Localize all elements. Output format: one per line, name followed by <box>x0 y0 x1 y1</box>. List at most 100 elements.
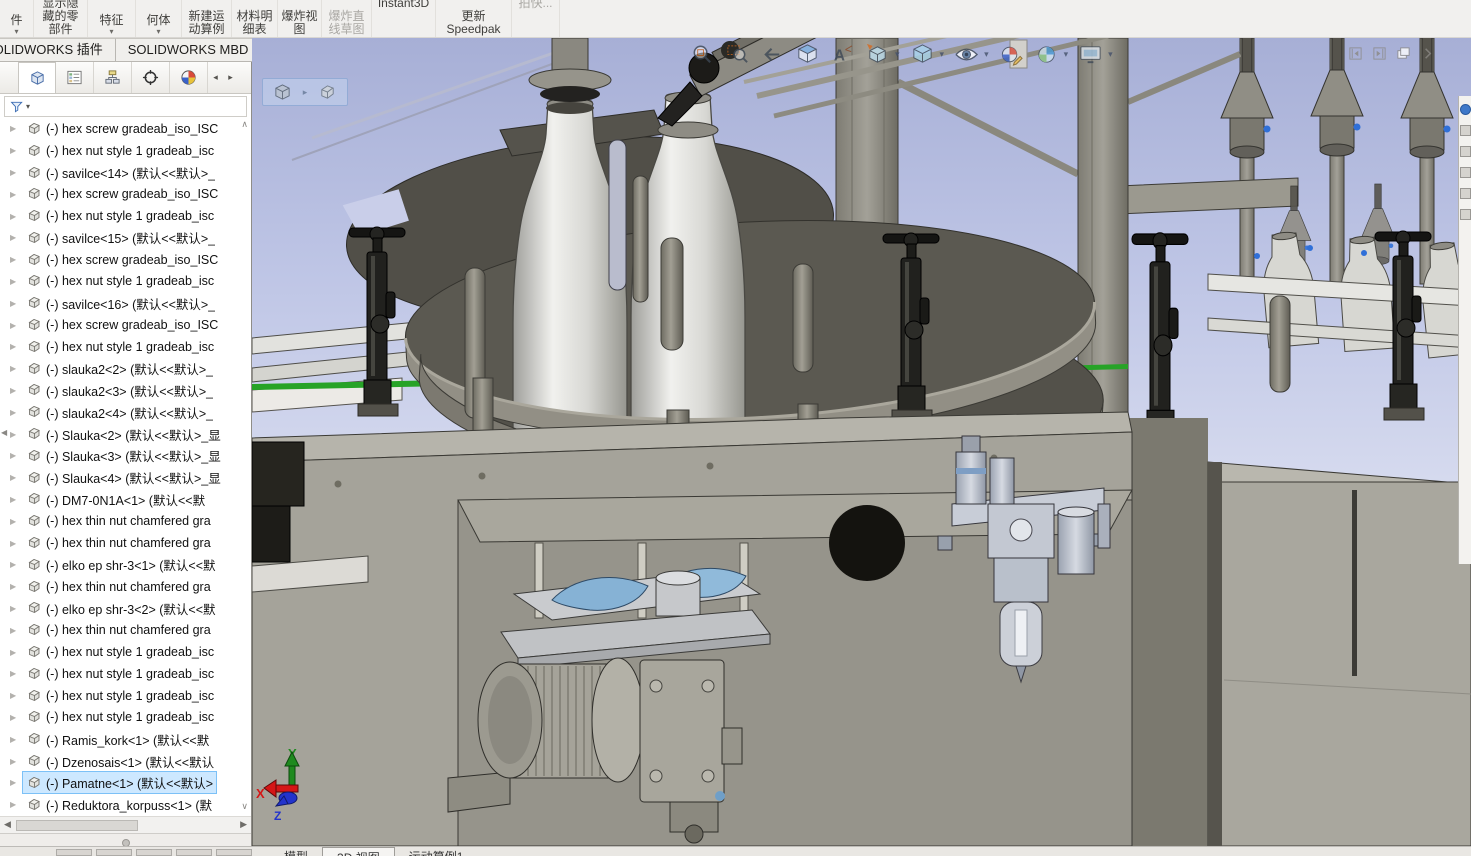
section-view-icon[interactable] <box>795 42 820 67</box>
tree-item[interactable]: ▶(-) hex nut style 1 gradeab_isc <box>0 271 239 293</box>
expand-arrow-icon[interactable]: ▶ <box>10 124 22 133</box>
window-button[interactable] <box>216 849 252 856</box>
bottom-tab-0[interactable]: 模型 <box>270 847 322 856</box>
expand-arrow-icon[interactable]: ▶ <box>10 277 22 286</box>
ribbon-item-2[interactable]: 特征▾ <box>88 0 136 37</box>
view-settings-icon[interactable] <box>1078 42 1103 67</box>
filter-funnel-icon[interactable] <box>10 100 24 114</box>
tree-item[interactable]: ▶(-) Slauka<3> (默认<<默认>_显 <box>0 445 239 467</box>
view-orientation-icon[interactable] <box>865 42 890 67</box>
expand-arrow-icon[interactable]: ▶ <box>10 757 22 766</box>
window-button[interactable] <box>56 849 92 856</box>
expand-arrow-icon[interactable]: ▶ <box>10 473 22 482</box>
expand-arrow-icon[interactable]: ▶ <box>10 495 22 504</box>
assembly-cube-icon[interactable] <box>273 83 292 102</box>
expand-arrow-icon[interactable]: ▶ <box>10 190 22 199</box>
expand-arrow-icon[interactable]: ▶ <box>10 233 22 242</box>
expand-arrow-icon[interactable]: ▶ <box>10 255 22 264</box>
expand-arrow-icon[interactable]: ▶ <box>10 364 22 373</box>
tree-item[interactable]: ▶(-) hex thin nut chamfered gra <box>0 510 239 532</box>
tree-item[interactable]: ▶(-) hex nut style 1 gradeab_isc <box>0 140 239 162</box>
expand-arrow-icon[interactable]: ▶ <box>10 669 22 678</box>
expand-arrow-icon[interactable]: ▶ <box>10 430 22 439</box>
cascade-windows-icon[interactable] <box>1396 46 1411 61</box>
expand-arrow-icon[interactable]: ▶ <box>10 212 22 221</box>
taskpane-strip[interactable] <box>1458 96 1471 564</box>
expand-arrow-icon[interactable]: ▶ <box>10 582 22 591</box>
previous-view-icon[interactable] <box>760 42 785 67</box>
panel-collapse-arrow[interactable]: ◀ <box>1 428 7 437</box>
bottom-tab-2[interactable]: 运动算例1 <box>395 847 478 856</box>
tree-item[interactable]: ▶(-) hex screw gradeab_iso_ISC <box>0 314 239 336</box>
dropdown-caret-icon[interactable]: ▾ <box>1064 49 1069 60</box>
tree-item[interactable]: ▶(-) hex thin nut chamfered gra <box>0 532 239 554</box>
hide-show-items-icon[interactable] <box>954 42 979 67</box>
tree-item[interactable]: ▶(-) hex screw gradeab_iso_ISC <box>0 249 239 271</box>
expand-arrow-icon[interactable]: ▶ <box>10 778 22 787</box>
expand-taskpane-icon[interactable] <box>1420 46 1435 61</box>
tree-item[interactable]: ▶(-) Slauka<4> (默认<<默认>_显 <box>0 467 239 489</box>
expand-arrow-icon[interactable]: ▶ <box>10 321 22 330</box>
window-button[interactable] <box>96 849 132 856</box>
tree-item[interactable]: ▶(-) elko ep shr-3<2> (默认<<默 <box>0 598 239 620</box>
window-button[interactable] <box>136 849 172 856</box>
bottom-tab-1[interactable]: 3D 视图 <box>322 847 395 856</box>
ribbon-item-10[interactable]: 拍快... <box>512 0 560 37</box>
ribbon-item-5[interactable]: 材料明 细表 <box>232 0 278 37</box>
annotations-icon[interactable]: A <box>830 42 855 67</box>
dropdown-caret-icon[interactable]: ▾ <box>26 102 30 111</box>
panel-tabs-scroll-right-icon[interactable]: ▸ <box>223 62 238 93</box>
taskpane-blue-icon[interactable] <box>1460 104 1471 115</box>
previous-window-icon[interactable] <box>1348 46 1363 61</box>
part-cube-icon[interactable] <box>318 83 337 102</box>
expand-arrow-icon[interactable]: ▶ <box>10 517 22 526</box>
ribbon-item-7[interactable]: 爆炸直 线草图 <box>322 0 372 37</box>
window-button[interactable] <box>176 849 212 856</box>
panel-splitter[interactable] <box>0 833 251 846</box>
tree-item[interactable]: ▶(-) slauka2<4> (默认<<默认>_ <box>0 401 239 423</box>
commandmanager-tab-0[interactable]: SOLIDWORKS 插件 <box>0 38 116 62</box>
ribbon-item-1[interactable]: 显示隐 藏的零 部件 <box>34 0 88 37</box>
taskpane-page-icon[interactable] <box>1460 146 1471 157</box>
dropdown-caret-icon[interactable]: ▾ <box>940 49 945 60</box>
scroll-left-icon[interactable]: ◀ <box>4 819 11 830</box>
tree-item[interactable]: ▶(-) Dzenosais<1> (默认<<默认 <box>0 750 239 772</box>
tree-item[interactable]: ▶(-) savilce<15> (默认<<默认>_ <box>0 227 239 249</box>
tree-item[interactable]: ▶(-) hex screw gradeab_iso_ISC <box>0 183 239 205</box>
ribbon-item-4[interactable]: 新建运 动算例 <box>182 0 232 37</box>
edit-appearance-icon[interactable] <box>999 42 1024 67</box>
taskpane-page-icon[interactable] <box>1460 209 1471 220</box>
tree-item[interactable]: ▶(-) hex nut style 1 gradeab_isc <box>0 663 239 685</box>
tree-item[interactable]: ▶(-) slauka2<2> (默认<<默认>_ <box>0 358 239 380</box>
apply-scene-icon[interactable] <box>1034 42 1059 67</box>
panel-tab-displaymanager[interactable] <box>170 62 208 93</box>
panel-tab-dimxpertmanager[interactable] <box>132 62 170 93</box>
ribbon-item-6[interactable]: 爆炸视 图 <box>278 0 322 37</box>
zoom-fit-icon[interactable] <box>690 42 715 67</box>
expand-arrow-icon[interactable]: ▶ <box>10 691 22 700</box>
expand-arrow-icon[interactable]: ▶ <box>10 451 22 460</box>
expand-arrow-icon[interactable]: ▶ <box>10 146 22 155</box>
zoom-area-icon[interactable] <box>725 42 750 67</box>
scroll-up-icon[interactable]: ∧ <box>241 120 248 129</box>
ribbon-item-0[interactable]: 件▾ <box>0 0 34 37</box>
expand-arrow-icon[interactable]: ▶ <box>10 342 22 351</box>
tree-item[interactable]: ▶(-) hex thin nut chamfered gra <box>0 576 239 598</box>
tree-item[interactable]: ▶(-) hex thin nut chamfered gra <box>0 619 239 641</box>
panel-tab-configurationmanager[interactable] <box>94 62 132 93</box>
expand-arrow-icon[interactable]: ▶ <box>10 560 22 569</box>
dropdown-caret-icon[interactable]: ▾ <box>1108 49 1113 60</box>
expand-arrow-icon[interactable]: ▶ <box>10 626 22 635</box>
expand-arrow-icon[interactable]: ▶ <box>10 299 22 308</box>
display-style-icon[interactable] <box>910 42 935 67</box>
tree-item[interactable]: ▶(-) Slauka<2> (默认<<默认>_显 <box>0 423 239 445</box>
right-cabinet[interactable] <box>1208 462 1471 846</box>
expand-arrow-icon[interactable]: ▶ <box>10 648 22 657</box>
ribbon-item-3[interactable]: 何体▾ <box>136 0 182 37</box>
tree-item[interactable]: ▶(-) Ramis_kork<1> (默认<<默 <box>0 728 239 750</box>
expand-arrow-icon[interactable]: ▶ <box>10 386 22 395</box>
tree-item[interactable]: ▶(-) Pamatne<1> (默认<<默认> <box>0 772 239 794</box>
dropdown-caret-icon[interactable]: ▾ <box>984 49 989 60</box>
expand-arrow-icon[interactable]: ▶ <box>10 408 22 417</box>
expand-arrow-icon[interactable]: ▶ <box>10 735 22 744</box>
